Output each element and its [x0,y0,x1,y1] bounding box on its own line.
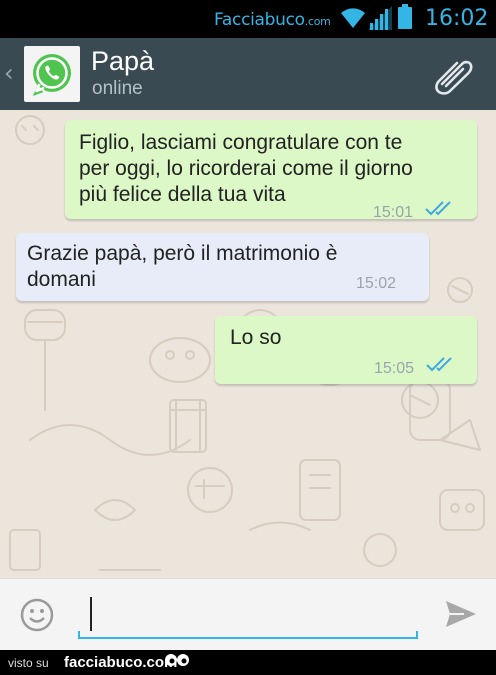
contact-name[interactable]: Papà [91,46,154,77]
carrier-name: Facciabuco.com [214,10,331,30]
contact-avatar[interactable] [24,46,80,102]
chat-area[interactable]: Figlio, lasciami congratulare con te per… [0,110,496,578]
compose-bar [0,578,496,651]
whatsapp-logo-icon [33,54,71,96]
status-bar: Facciabuco.com 16:02 [0,0,496,38]
message-input[interactable] [78,595,418,639]
smiley-icon[interactable] [19,597,55,633]
battery-icon [398,4,412,29]
message-text: Figlio, lasciami congratulare con te per… [79,131,413,206]
message-time: 15:02 [356,275,397,292]
wifi-icon [341,8,365,28]
back-chevron-icon[interactable]: ‹ [4,59,14,87]
send-icon[interactable] [444,599,478,629]
chat-header: ‹ Papà online [0,38,496,110]
paperclip-icon[interactable] [428,52,476,96]
contact-status: online [92,78,143,99]
text-caret [90,597,92,631]
eyes-icon [165,654,189,666]
signal-icon [368,6,392,30]
message-bubble-outgoing[interactable]: Lo so 15:05 [215,316,477,384]
read-receipt-icon [426,357,452,372]
message-bubble-outgoing[interactable]: Figlio, lasciami congratulare con te per… [65,120,477,221]
message-bubble-incoming[interactable]: Grazie papà, però il matrimonio è domani… [16,233,429,301]
footer-visto-label: visto su [8,656,49,670]
clock: 16:02 [425,6,489,31]
read-receipt-icon [425,201,451,216]
message-text: Lo so [230,326,282,349]
message-time: 15:01 [373,204,414,221]
message-time: 15:05 [374,360,415,377]
footer-brand[interactable]: facciabuco.com [64,654,177,671]
message-text: Grazie papà, però il matrimonio è domani [27,242,338,291]
watermark-footer: visto su facciabuco.com [0,650,496,675]
